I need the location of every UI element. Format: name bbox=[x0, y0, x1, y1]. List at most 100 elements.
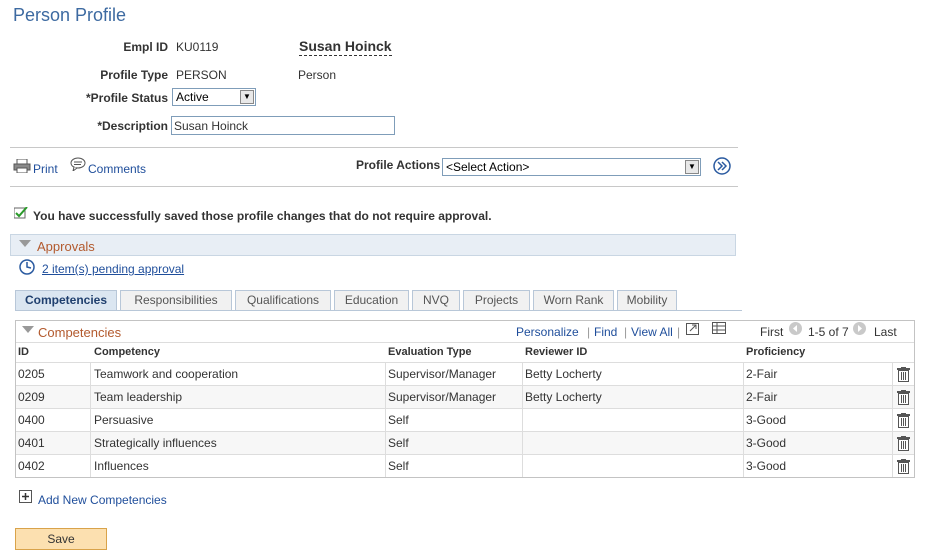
table-row: 0401 Strategically influences Self 3-Good bbox=[16, 431, 914, 454]
tab-competencies[interactable]: Competencies bbox=[15, 290, 117, 311]
print-icon[interactable] bbox=[13, 158, 31, 176]
go-icon[interactable] bbox=[713, 157, 731, 178]
profile-actions-select[interactable]: <Select Action> ▼ bbox=[442, 158, 701, 176]
column-divider bbox=[385, 409, 386, 431]
collapse-icon[interactable] bbox=[22, 326, 34, 333]
new-window-icon[interactable] bbox=[686, 323, 699, 338]
profile-status-value: Active bbox=[176, 90, 209, 104]
previous-icon[interactable] bbox=[789, 322, 802, 335]
cell-id: 0400 bbox=[18, 413, 45, 427]
tab-responsibilities[interactable]: Responsibilities bbox=[120, 290, 232, 310]
first-label: First bbox=[760, 325, 784, 339]
tab-underline bbox=[15, 310, 742, 311]
tab-mobility[interactable]: Mobility bbox=[617, 290, 677, 310]
column-divider bbox=[90, 432, 91, 454]
column-divider bbox=[90, 386, 91, 408]
column-divider bbox=[522, 363, 523, 385]
find-link[interactable]: Find bbox=[594, 325, 617, 339]
page-range: 1-5 of 7 bbox=[808, 325, 849, 339]
cell-competency[interactable]: Influences bbox=[94, 455, 149, 477]
cell-competency[interactable]: Strategically influences bbox=[94, 432, 217, 454]
profile-actions-value: <Select Action> bbox=[446, 160, 530, 174]
column-divider bbox=[90, 455, 91, 477]
profile-type-description: Person bbox=[298, 68, 337, 82]
table-row: 0402 Influences Self 3-Good bbox=[16, 454, 914, 477]
cell-reviewer-id: Betty Locherty bbox=[525, 390, 602, 404]
pending-approval-link[interactable]: 2 item(s) pending approval bbox=[42, 262, 184, 276]
column-divider bbox=[892, 455, 893, 477]
profile-status-label: *Profile Status bbox=[85, 91, 168, 105]
separator: | bbox=[624, 325, 628, 339]
table-row: 0205 Teamwork and cooperation Supervisor/M… bbox=[16, 362, 914, 385]
tab-nvq[interactable]: NVQ bbox=[412, 290, 460, 310]
column-header-id: ID bbox=[18, 346, 29, 358]
cell-proficiency: 3-Good bbox=[746, 459, 787, 473]
profile-type-label: Profile Type bbox=[100, 68, 168, 82]
cell-proficiency: 3-Good bbox=[746, 413, 787, 427]
table-row: 0400 Persuasive Self 3-Good bbox=[16, 408, 914, 431]
cell-proficiency: 3-Good bbox=[746, 436, 787, 450]
cell-proficiency: 2-Fair bbox=[746, 390, 778, 404]
tab-qualifications[interactable]: Qualifications bbox=[235, 290, 331, 310]
cell-proficiency: 2-Fair bbox=[746, 367, 778, 381]
next-icon[interactable] bbox=[853, 322, 866, 335]
success-message: You have successfully saved those profil… bbox=[33, 209, 492, 223]
delete-row-icon[interactable] bbox=[897, 367, 910, 385]
chevron-down-icon[interactable]: ▼ bbox=[685, 160, 699, 174]
table-row: 0209 Team leadership Supervisor/Manager Bet… bbox=[16, 385, 914, 408]
cell-id: 0401 bbox=[18, 436, 45, 450]
view-all-link[interactable]: View All bbox=[631, 325, 673, 339]
delete-row-icon[interactable] bbox=[897, 459, 910, 477]
column-divider bbox=[743, 363, 744, 385]
comments-link[interactable]: Comments bbox=[88, 162, 146, 176]
column-divider bbox=[892, 432, 893, 454]
cell-evaluation-type: Self bbox=[388, 413, 409, 427]
empl-id-label: Empl ID bbox=[123, 40, 168, 54]
delete-row-icon[interactable] bbox=[897, 436, 910, 454]
column-divider bbox=[743, 386, 744, 408]
column-divider bbox=[522, 455, 523, 477]
cell-competency[interactable]: Team leadership bbox=[94, 386, 182, 408]
cell-reviewer-id: Betty Locherty bbox=[525, 367, 602, 381]
cell-evaluation-type: Supervisor/Manager bbox=[388, 390, 497, 404]
empl-id-value: KU0119 bbox=[176, 40, 219, 54]
cell-competency[interactable]: Persuasive bbox=[94, 409, 153, 431]
description-input[interactable]: Susan Hoinck bbox=[171, 116, 395, 135]
chevron-down-icon[interactable]: ▼ bbox=[240, 90, 254, 104]
grid-icon[interactable] bbox=[712, 322, 726, 337]
column-divider bbox=[385, 363, 386, 385]
separator: | bbox=[587, 325, 591, 339]
column-divider bbox=[743, 409, 744, 431]
cell-evaluation-type: Self bbox=[388, 459, 409, 473]
add-icon[interactable] bbox=[19, 490, 32, 506]
divider bbox=[10, 186, 738, 187]
personalize-link[interactable]: Personalize bbox=[516, 325, 579, 339]
approvals-section-header[interactable]: Approvals bbox=[10, 234, 736, 256]
checkmark-icon bbox=[13, 206, 28, 222]
separator: | bbox=[677, 325, 681, 339]
collapse-icon[interactable] bbox=[19, 240, 31, 247]
comments-icon[interactable] bbox=[70, 157, 86, 174]
divider bbox=[10, 147, 738, 148]
tab-worn-rank[interactable]: Worn Rank bbox=[533, 290, 614, 310]
profile-status-select[interactable]: Active ▼ bbox=[172, 88, 256, 106]
cell-evaluation-type: Self bbox=[388, 436, 409, 450]
tab-projects[interactable]: Projects bbox=[463, 290, 530, 310]
column-divider bbox=[522, 432, 523, 454]
delete-row-icon[interactable] bbox=[897, 413, 910, 431]
column-divider bbox=[385, 455, 386, 477]
save-button[interactable]: Save bbox=[15, 528, 107, 550]
page-title: Person Profile bbox=[13, 5, 127, 25]
tab-education[interactable]: Education bbox=[334, 290, 409, 310]
print-link[interactable]: Print bbox=[33, 162, 58, 176]
clock-icon bbox=[19, 259, 35, 278]
person-name[interactable]: Susan Hoinck bbox=[299, 38, 392, 56]
cell-competency[interactable]: Teamwork and cooperation bbox=[94, 363, 238, 385]
delete-row-icon[interactable] bbox=[897, 390, 910, 408]
column-divider bbox=[90, 363, 91, 385]
column-header-evaluation-type: Evaluation Type bbox=[388, 346, 472, 358]
add-new-competencies-link[interactable]: Add New Competencies bbox=[38, 493, 167, 507]
column-divider bbox=[892, 386, 893, 408]
column-divider bbox=[743, 432, 744, 454]
column-header-reviewer-id: Reviewer ID bbox=[525, 346, 588, 358]
